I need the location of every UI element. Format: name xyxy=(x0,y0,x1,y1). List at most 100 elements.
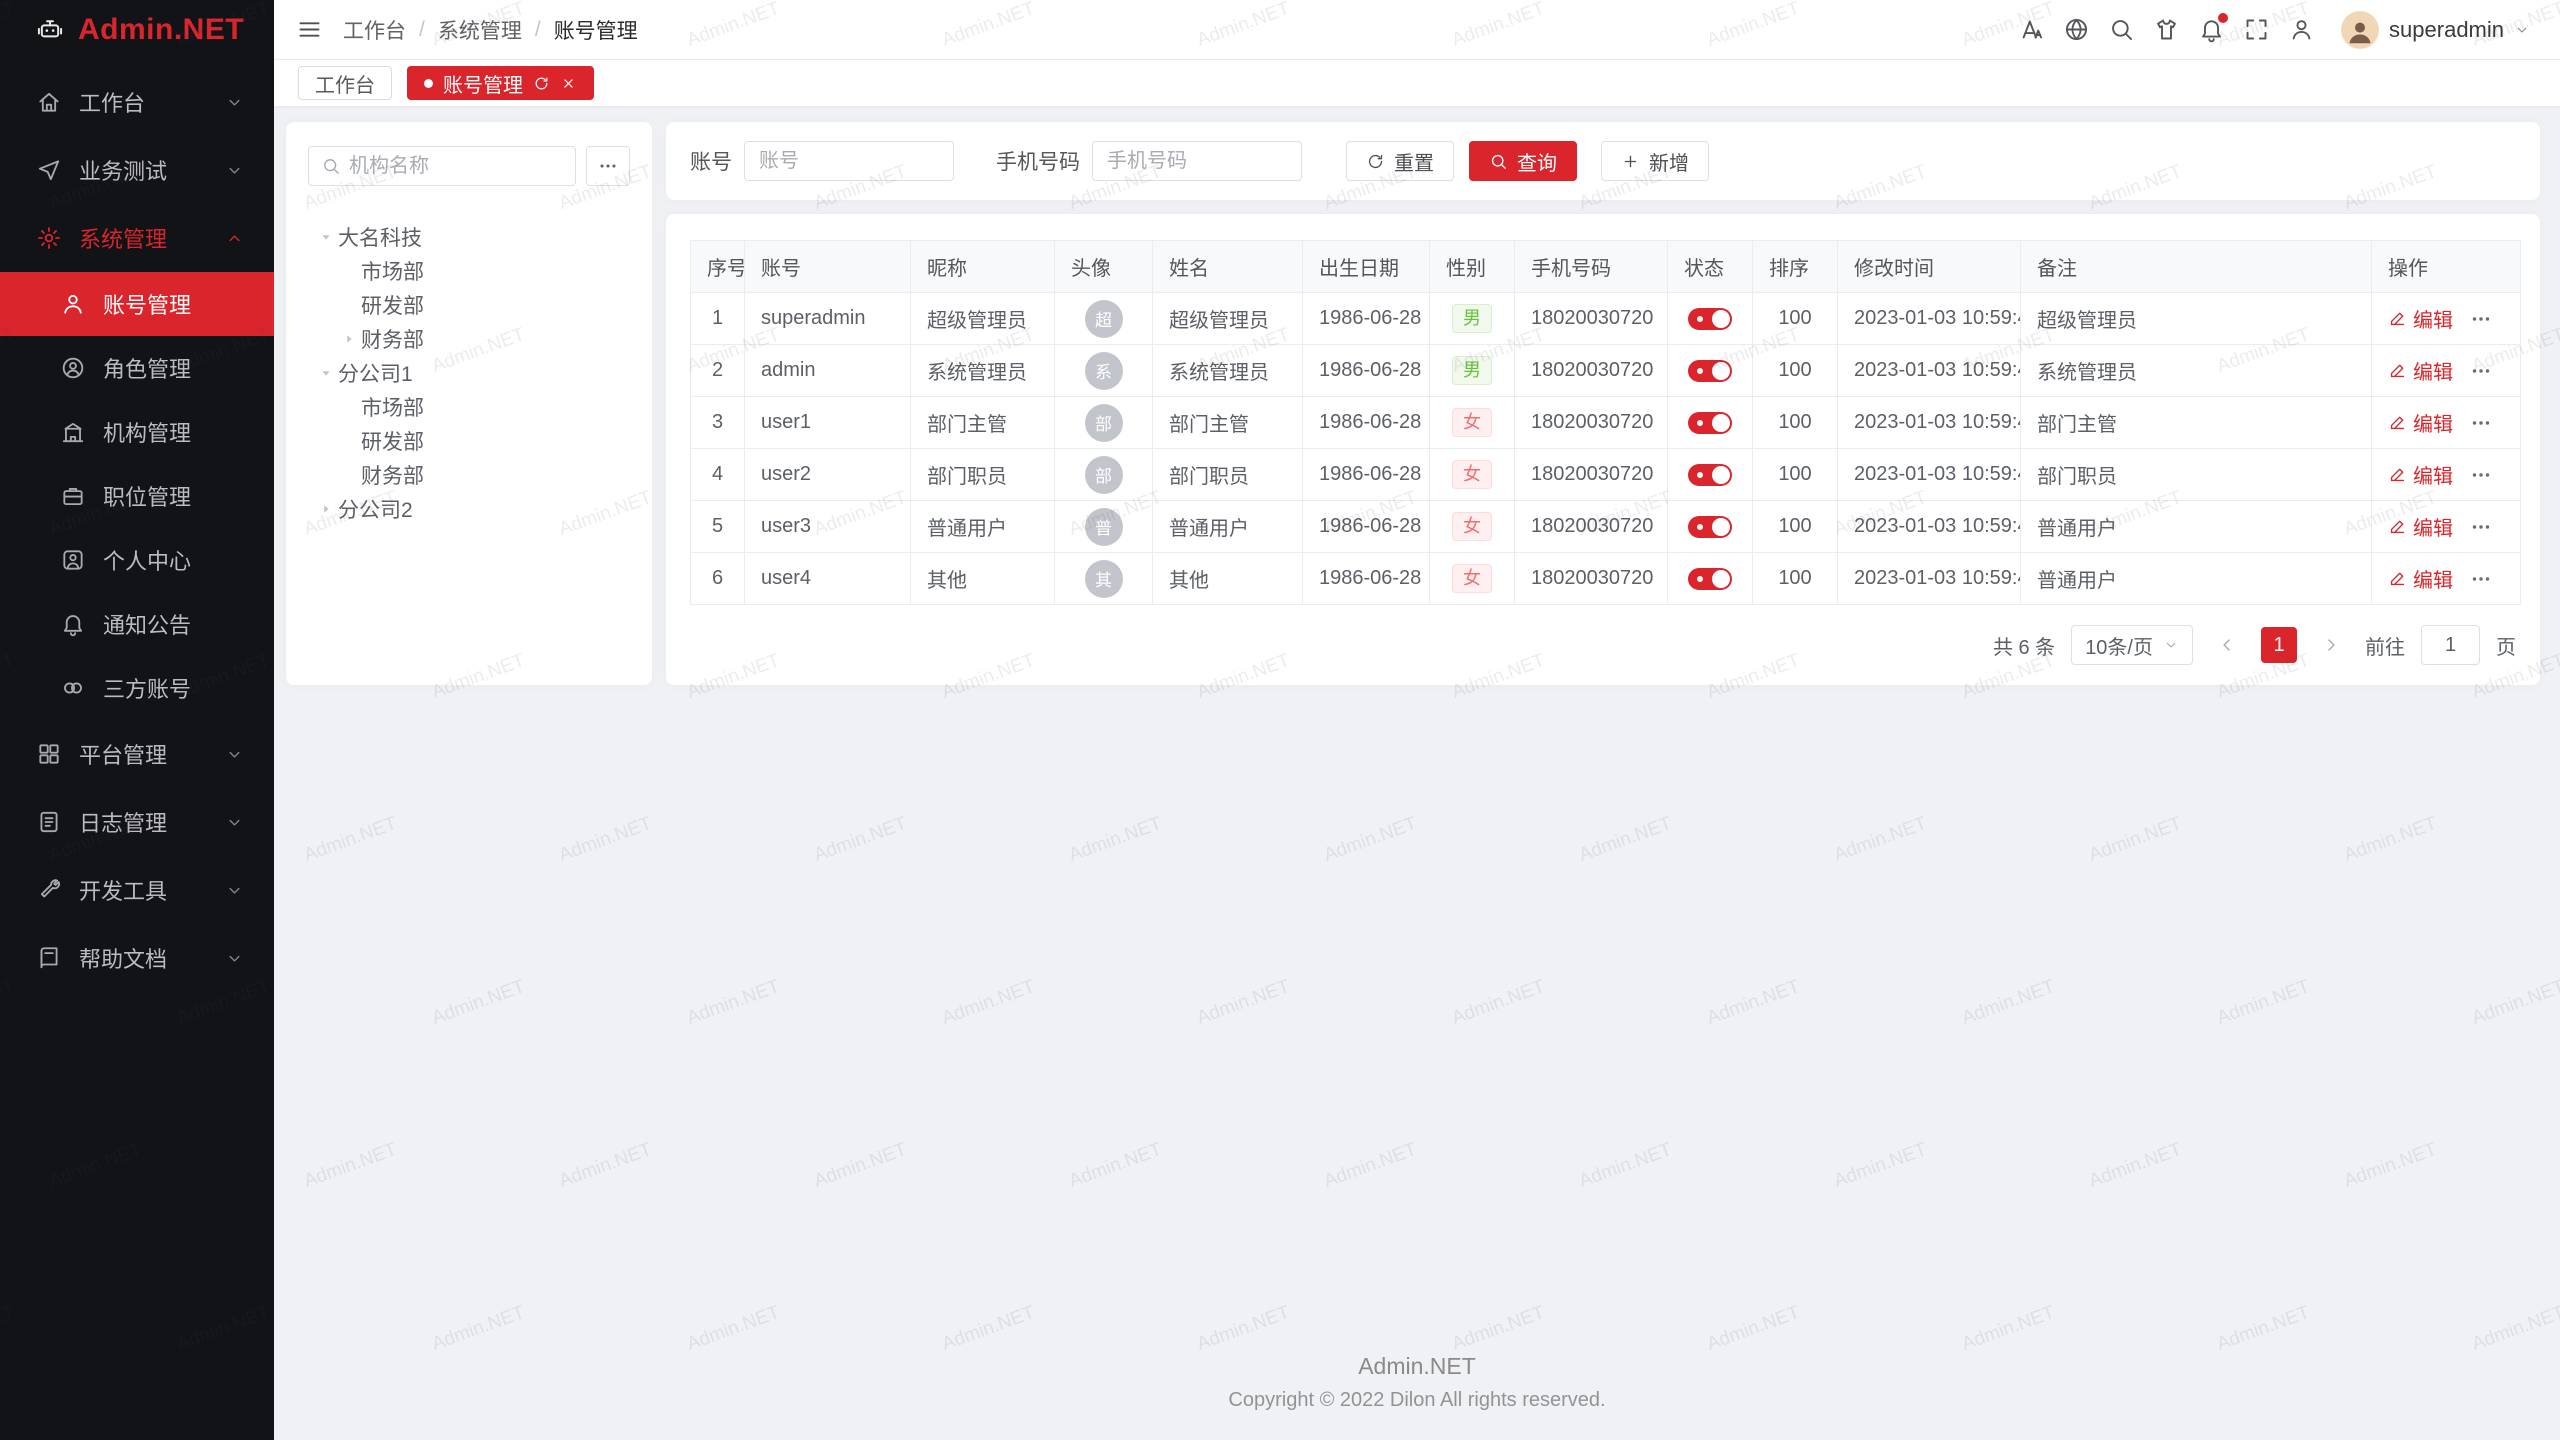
sidebar-item-dev-tools[interactable]: 开发工具 xyxy=(0,856,274,924)
logo[interactable]: Admin.NET xyxy=(0,0,274,60)
chevron-down-icon xyxy=(225,161,244,180)
sidebar-item-org-management[interactable]: 机构管理 xyxy=(0,400,274,464)
menu-collapse-icon[interactable] xyxy=(296,16,323,43)
org-more-button[interactable] xyxy=(586,146,630,186)
edit-button[interactable]: 编辑 xyxy=(2388,460,2453,489)
status-toggle[interactable] xyxy=(1688,516,1732,538)
more-actions-button[interactable] xyxy=(2469,463,2493,487)
org-tree-node[interactable]: 财务部 xyxy=(308,322,630,356)
tab-workbench[interactable]: 工作台 xyxy=(298,66,392,100)
sidebar-menu: 工作台业务测试系统管理账号管理角色管理机构管理职位管理个人中心通知公告三方账号平… xyxy=(0,60,274,1440)
status-toggle[interactable] xyxy=(1688,412,1732,434)
cell-seq: 5 xyxy=(691,501,745,553)
cell-sort: 100 xyxy=(1753,501,1838,553)
caret-right-icon[interactable] xyxy=(314,497,338,521)
caret-down-icon[interactable] xyxy=(314,361,338,385)
cell-gender: 女 xyxy=(1430,449,1515,501)
more-actions-button[interactable] xyxy=(2469,307,2493,331)
sidebar-item-business-test[interactable]: 业务测试 xyxy=(0,136,274,204)
sidebar-item-notice-announcement[interactable]: 通知公告 xyxy=(0,592,274,656)
gender-badge: 男 xyxy=(1452,356,1492,386)
status-toggle[interactable] xyxy=(1688,308,1732,330)
search-icon xyxy=(1489,152,1508,171)
tab-label: 工作台 xyxy=(315,69,375,98)
caret-right-icon[interactable] xyxy=(337,327,361,351)
account-input[interactable] xyxy=(744,141,954,181)
status-toggle[interactable] xyxy=(1688,464,1732,486)
org-tree-node-label: 分公司1 xyxy=(338,358,413,388)
sidebar-item-log-management[interactable]: 日志管理 xyxy=(0,788,274,856)
org-tree-node[interactable]: 大名科技 xyxy=(308,220,630,254)
cell-nickname: 部门职员 xyxy=(911,449,1055,501)
more-actions-button[interactable] xyxy=(2469,359,2493,383)
avatar: 系 xyxy=(1085,352,1123,390)
account-label: 账号 xyxy=(690,146,732,176)
sidebar-item-system-management[interactable]: 系统管理 xyxy=(0,204,274,272)
language-icon[interactable] xyxy=(2063,16,2090,43)
reset-button[interactable]: 重置 xyxy=(1346,141,1454,181)
page-size-select[interactable]: 10条/页 xyxy=(2071,625,2193,665)
org-tree-node[interactable]: 财务部 xyxy=(308,458,630,492)
cell-status xyxy=(1668,345,1753,397)
fullscreen-icon[interactable] xyxy=(2243,16,2270,43)
theme-icon[interactable] xyxy=(2153,16,2180,43)
user-settings-icon[interactable] xyxy=(2288,16,2315,43)
org-tree-node[interactable]: 研发部 xyxy=(308,424,630,458)
org-tree-node[interactable]: 分公司2 xyxy=(308,492,630,526)
more-actions-button[interactable] xyxy=(2469,515,2493,539)
org-tree-node[interactable]: 市场部 xyxy=(308,254,630,288)
prev-page-button[interactable] xyxy=(2209,627,2245,663)
edit-button[interactable]: 编辑 xyxy=(2388,356,2453,385)
caret-placeholder xyxy=(337,259,361,283)
user-menu[interactable]: superadmin xyxy=(2341,11,2530,49)
edit-button[interactable]: 编辑 xyxy=(2388,512,2453,541)
org-search-input[interactable] xyxy=(349,155,563,178)
tab-account-management[interactable]: 账号管理 xyxy=(407,66,594,100)
sidebar-item-platform-management[interactable]: 平台管理 xyxy=(0,720,274,788)
add-button[interactable]: 新增 xyxy=(1601,141,1709,181)
edit-button[interactable]: 编辑 xyxy=(2388,564,2453,593)
page-number-1[interactable]: 1 xyxy=(2261,627,2297,663)
notification-icon[interactable] xyxy=(2198,16,2225,43)
cell-phone: 18020030720 xyxy=(1515,293,1668,345)
more-actions-button[interactable] xyxy=(2469,411,2493,435)
sidebar-item-help-docs[interactable]: 帮助文档 xyxy=(0,924,274,992)
cell-sort: 100 xyxy=(1753,449,1838,501)
sidebar-item-workbench[interactable]: 工作台 xyxy=(0,68,274,136)
caret-down-icon[interactable] xyxy=(314,225,338,249)
chevron-down-icon xyxy=(2163,637,2179,653)
goto-page-input[interactable] xyxy=(2421,625,2480,665)
sidebar-item-role-management[interactable]: 角色管理 xyxy=(0,336,274,400)
cell-phone: 18020030720 xyxy=(1515,449,1668,501)
breadcrumb-item[interactable]: 工作台 xyxy=(343,15,406,45)
font-size-icon[interactable] xyxy=(2018,16,2045,43)
cell-actions: 编辑 xyxy=(2372,501,2521,553)
search-button[interactable]: 查询 xyxy=(1469,141,1577,181)
breadcrumb-item[interactable]: 账号管理 xyxy=(554,15,638,45)
sidebar-item-third-party-account[interactable]: 三方账号 xyxy=(0,656,274,720)
edit-button[interactable]: 编辑 xyxy=(2388,304,2453,333)
edit-button[interactable]: 编辑 xyxy=(2388,408,2453,437)
org-tree-node[interactable]: 研发部 xyxy=(308,288,630,322)
close-icon[interactable] xyxy=(560,75,577,92)
edit-icon xyxy=(2388,569,2407,588)
sidebar-item-personal-center[interactable]: 个人中心 xyxy=(0,528,274,592)
avatar xyxy=(2341,11,2379,49)
cell-birth-date: 1986-06-28 xyxy=(1303,553,1430,605)
next-page-button[interactable] xyxy=(2313,627,2349,663)
status-toggle[interactable] xyxy=(1688,568,1732,590)
cell-status xyxy=(1668,449,1753,501)
org-tree-node[interactable]: 分公司1 xyxy=(308,356,630,390)
cell-avatar: 部 xyxy=(1055,397,1153,449)
sidebar-item-account-management[interactable]: 账号管理 xyxy=(0,272,274,336)
cell-account: superadmin xyxy=(745,293,911,345)
more-actions-button[interactable] xyxy=(2469,567,2493,591)
pagination-total: 共 6 条 xyxy=(1993,631,2055,660)
sidebar-item-position-management[interactable]: 职位管理 xyxy=(0,464,274,528)
phone-input[interactable] xyxy=(1092,141,1302,181)
search-icon[interactable] xyxy=(2108,16,2135,43)
status-toggle[interactable] xyxy=(1688,360,1732,382)
refresh-icon[interactable] xyxy=(533,75,550,92)
breadcrumb-item[interactable]: 系统管理 xyxy=(438,15,522,45)
org-tree-node[interactable]: 市场部 xyxy=(308,390,630,424)
